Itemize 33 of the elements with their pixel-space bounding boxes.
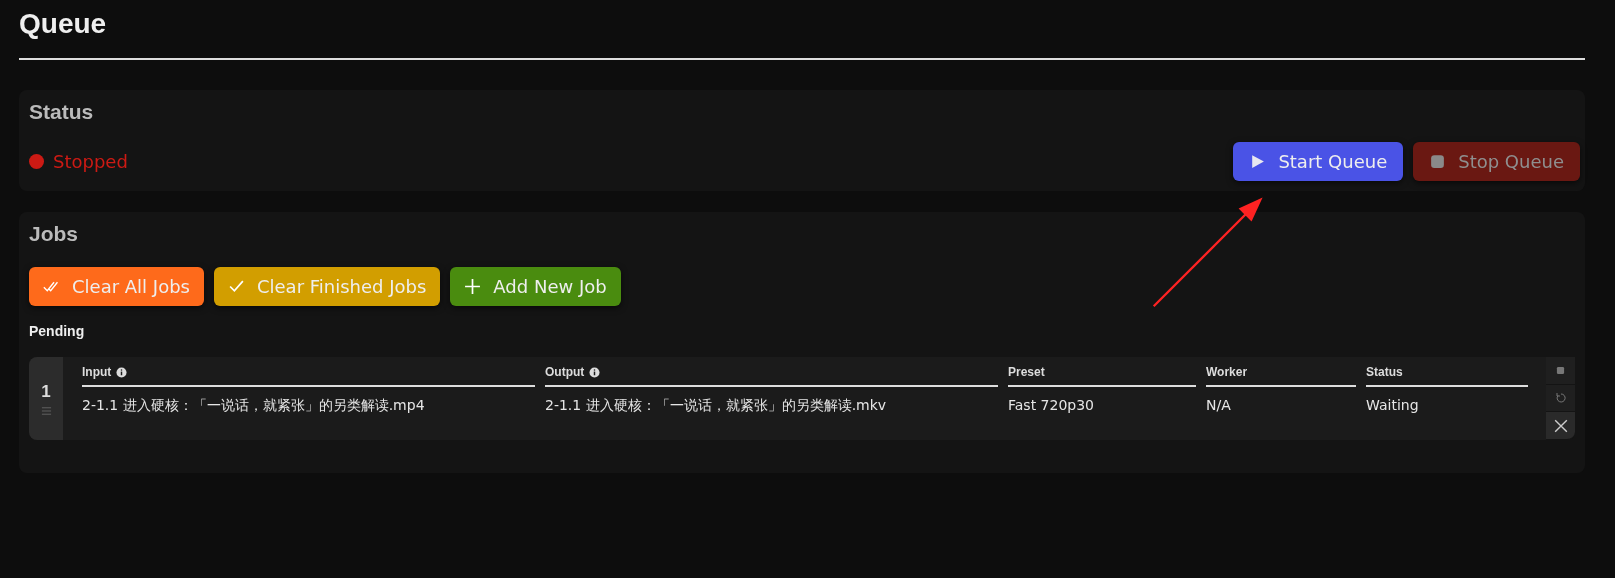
- status-text: Stopped: [53, 151, 128, 172]
- info-icon[interactable]: [589, 366, 601, 378]
- column-header: Preset: [1008, 365, 1045, 379]
- stop-icon: [1556, 365, 1565, 375]
- stop-job-button[interactable]: [1546, 357, 1575, 385]
- section-title: Status: [29, 100, 95, 124]
- job-handle[interactable]: 1: [29, 357, 63, 440]
- section-label: Pending: [29, 323, 86, 339]
- column-header: Output: [545, 365, 585, 379]
- info-icon[interactable]: [116, 366, 128, 378]
- add-job-button[interactable]: Add New Job: [450, 267, 621, 306]
- plus-icon: [464, 278, 482, 295]
- stop-icon: [1429, 153, 1447, 170]
- page-title: Queue: [19, 7, 108, 40]
- job-number: 1: [41, 381, 51, 402]
- clear-jobs-button[interactable]: Clear All Jobs: [29, 267, 204, 306]
- table-cell-text: Waiting: [1366, 397, 1420, 413]
- column-header: Input: [82, 365, 112, 379]
- table-cell-text: Fast 720p30: [1008, 397, 1095, 413]
- clear-jobs-button[interactable]: Clear Finished Jobs: [213, 267, 441, 306]
- column-header: Status: [1366, 365, 1403, 379]
- check-icon: [227, 278, 245, 295]
- section-title: Jobs: [29, 222, 79, 246]
- start-queue-button[interactable]: Start Queue: [1233, 142, 1404, 181]
- column-header: Worker: [1206, 365, 1248, 379]
- table-cell-text: 2-1.1 进入硬核：「一说话，就紧张」的另类解读.mp4: [82, 397, 426, 415]
- play-icon: [1249, 153, 1267, 170]
- close-button[interactable]: [1546, 412, 1575, 440]
- reset-icon: [1554, 392, 1567, 404]
- table-cell-text: 2-1.1 进入硬核：「一说话，就紧张」的另类解读.mkv: [545, 397, 888, 415]
- table-cell-text: N/A: [1206, 397, 1232, 413]
- close-icon: [1553, 418, 1568, 433]
- drag-icon: [40, 405, 52, 416]
